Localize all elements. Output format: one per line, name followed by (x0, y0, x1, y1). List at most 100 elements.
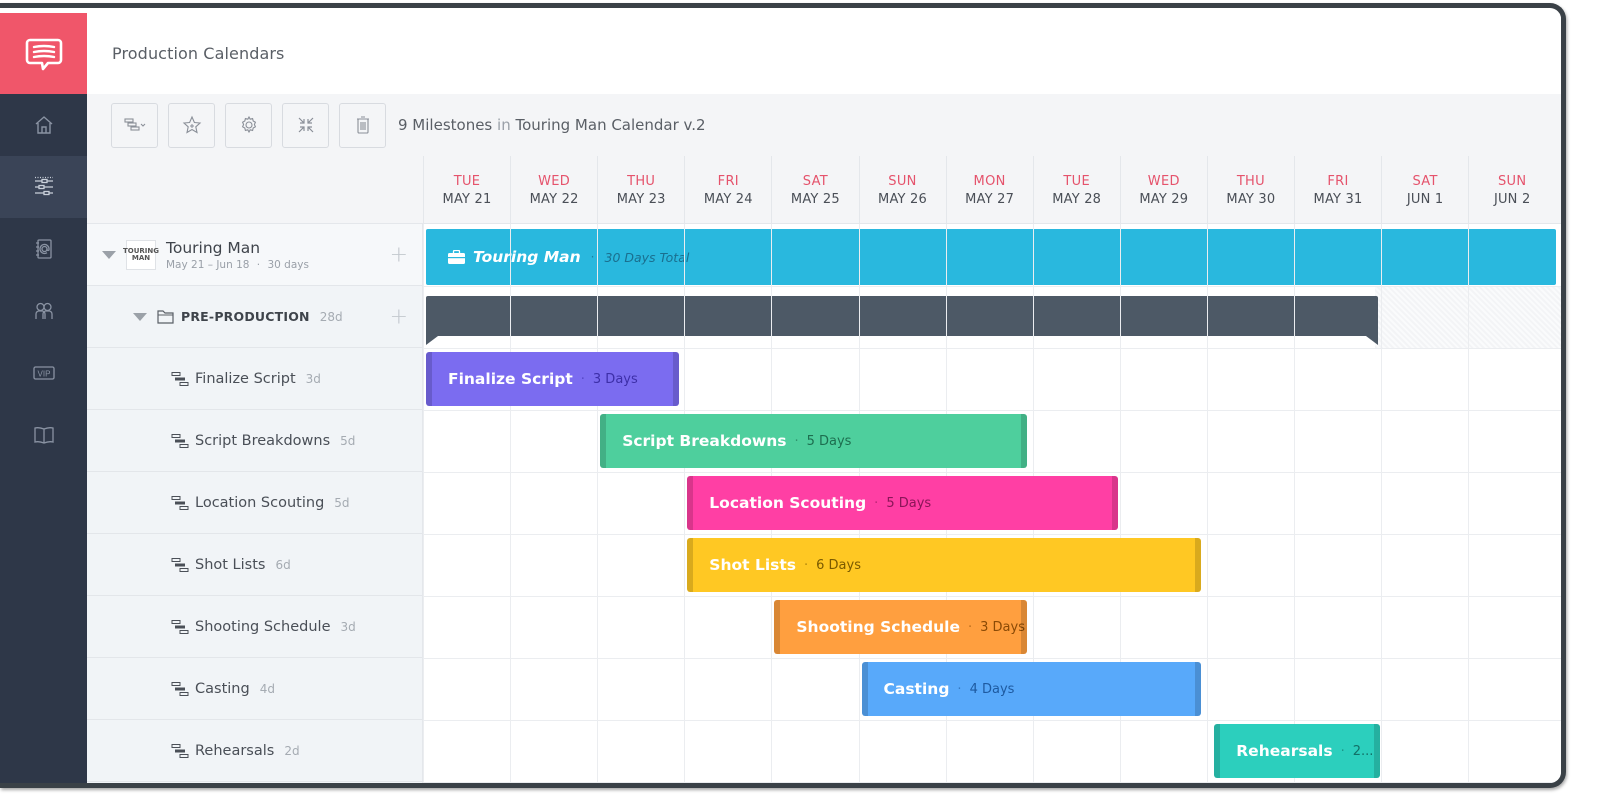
project-bar[interactable]: Touring Man · 30 Days Total (426, 229, 1556, 285)
chat-bubble-logo-icon (25, 38, 62, 70)
task-bar-location-scouting[interactable]: Location Scouting · 5 Days (687, 476, 1119, 530)
delete-button[interactable] (339, 102, 386, 148)
project-days: 30 days (267, 258, 309, 271)
resize-handle-left[interactable] (600, 414, 607, 468)
sidebar-item-vip[interactable]: VIP (0, 342, 87, 404)
collapse-caret-icon[interactable] (133, 312, 147, 321)
project-name: Touring Man (166, 238, 261, 257)
day-header: THU MAY 30 (1206, 156, 1294, 224)
vip-icon: VIP (32, 366, 55, 380)
day-header: WED MAY 22 (510, 156, 597, 224)
grid-row-line (423, 410, 1561, 411)
sidebar-item-home[interactable] (0, 94, 87, 156)
task-bar-shooting-schedule[interactable]: Shooting Schedule · 3 Days (774, 600, 1027, 654)
favorite-button[interactable] (168, 102, 215, 148)
resize-handle-right[interactable] (1373, 724, 1380, 778)
task-bar-finalize-script[interactable]: Finalize Script · 3 Days (426, 352, 679, 406)
sidebar-item-production-calendars[interactable] (0, 156, 87, 218)
app: VIP Production Calendars 9 Milestones in… (0, 13, 1561, 783)
resize-handle-right[interactable] (1020, 600, 1027, 654)
grid-column-line (684, 224, 686, 783)
calendar-grid: Touring Man · 30 Days Total Finalize Scr… (423, 224, 1561, 783)
task-duration: 3d (340, 619, 356, 634)
logo[interactable] (0, 13, 87, 94)
task-bar-shot-lists[interactable]: Shot Lists · 6 Days (687, 538, 1202, 592)
toolbar: 9 Milestones in Touring Man Calendar v.2 (87, 94, 1561, 156)
resize-handle-left[interactable] (687, 538, 694, 592)
add-group-button[interactable]: + (390, 242, 408, 267)
task-duration: 5d (334, 495, 350, 510)
task-row[interactable]: Rehearsals 2d (87, 720, 422, 782)
collapse-icon (298, 117, 313, 133)
add-task-button[interactable]: + (390, 304, 408, 329)
task-row[interactable]: Shooting Schedule 3d (87, 596, 422, 658)
summary-in: in (497, 116, 511, 134)
project-row[interactable]: TOURING MAN Touring Man May 21 – Jun 18 … (87, 224, 422, 286)
grid-row-line (423, 534, 1561, 535)
day-date: MAY 23 (616, 192, 666, 207)
task-name: Shot Lists (195, 556, 266, 573)
resize-handle-left[interactable] (861, 662, 868, 716)
calendar-name[interactable]: Touring Man Calendar v.2 (516, 116, 706, 134)
task-row[interactable]: Finalize Script 3d (87, 348, 422, 410)
day-header: TUE MAY 21 (423, 156, 510, 224)
task-row[interactable]: Script Breakdowns 5d (87, 410, 422, 472)
group-name: PRE-PRODUCTION (181, 309, 310, 324)
sidebar-item-library[interactable] (0, 404, 87, 466)
view-button[interactable] (111, 102, 158, 148)
milestone-count: 9 Milestones (398, 116, 493, 134)
task-row[interactable]: Location Scouting 5d (87, 472, 422, 534)
resize-handle-left[interactable] (1214, 724, 1221, 778)
resize-handle-right[interactable] (1020, 414, 1027, 468)
day-header: MON MAY 27 (945, 156, 1033, 224)
day-of-week: TUE (453, 174, 481, 189)
task-name: Finalize Script (195, 370, 296, 387)
grid-column-line (1381, 224, 1383, 783)
task-bar-casting[interactable]: Casting · 4 Days (861, 662, 1202, 716)
grid-column-line (597, 224, 599, 783)
calendar: TUE MAY 21 WED MAY 22 THU MAY 23 FRI MAY 24 SAT M… (423, 156, 1561, 783)
day-of-week: TUE (1063, 174, 1090, 189)
resize-handle-right[interactable] (1195, 538, 1202, 592)
task-row[interactable]: Casting 4d (87, 658, 422, 720)
grid-row-line (423, 348, 1561, 349)
day-header: FRI MAY 31 (1294, 156, 1381, 224)
day-of-week: WED (538, 174, 571, 189)
gantt-task-icon (171, 743, 189, 758)
resize-handle-right[interactable] (1112, 476, 1119, 530)
book-icon (33, 427, 54, 444)
grid-column-line (423, 224, 424, 783)
task-bar-script-breakdowns[interactable]: Script Breakdowns · 5 Days (600, 414, 1027, 468)
collapse-button[interactable] (282, 102, 329, 148)
collapse-caret-icon[interactable] (102, 250, 116, 259)
gantt-task-icon (171, 557, 189, 572)
group-bar-pre-production[interactable] (426, 296, 1379, 345)
resize-handle-left[interactable] (774, 600, 781, 654)
resize-handle-right[interactable] (672, 352, 679, 406)
svg-text:VIP: VIP (37, 370, 50, 379)
task-duration: 2d (284, 743, 300, 758)
resize-handle-left[interactable] (687, 476, 694, 530)
task-duration: 3d (305, 371, 321, 386)
task-bar-days: 3 Days (592, 371, 638, 387)
day-of-week: THU (1236, 174, 1265, 189)
task-duration: 6d (275, 557, 291, 572)
star-icon (182, 115, 201, 134)
task-row[interactable]: Shot Lists 6d (87, 534, 422, 596)
group-row[interactable]: PRE-PRODUCTION 28d + (87, 286, 422, 348)
day-header: TUE MAY 28 (1032, 156, 1120, 224)
resize-handle-right[interactable] (1195, 662, 1202, 716)
resize-handle-left[interactable] (426, 352, 432, 406)
task-name: Casting (195, 680, 250, 697)
gantt-task-icon (171, 681, 189, 696)
day-date: MAY 22 (529, 192, 579, 207)
home-icon (35, 116, 52, 134)
sidebar-item-team[interactable] (0, 280, 87, 342)
task-bar-rehearsals[interactable]: Rehearsals · 2... (1214, 724, 1380, 778)
sidebar-item-contacts[interactable] (0, 218, 87, 280)
day-header: SUN JUN 2 (1468, 156, 1555, 224)
gantt-task-icon (171, 495, 189, 510)
calendar-header: TUE MAY 21 WED MAY 22 THU MAY 23 FRI MAY 24 SAT M… (423, 156, 1561, 224)
day-date: MAY 28 (1052, 192, 1102, 207)
settings-button[interactable] (225, 102, 272, 148)
